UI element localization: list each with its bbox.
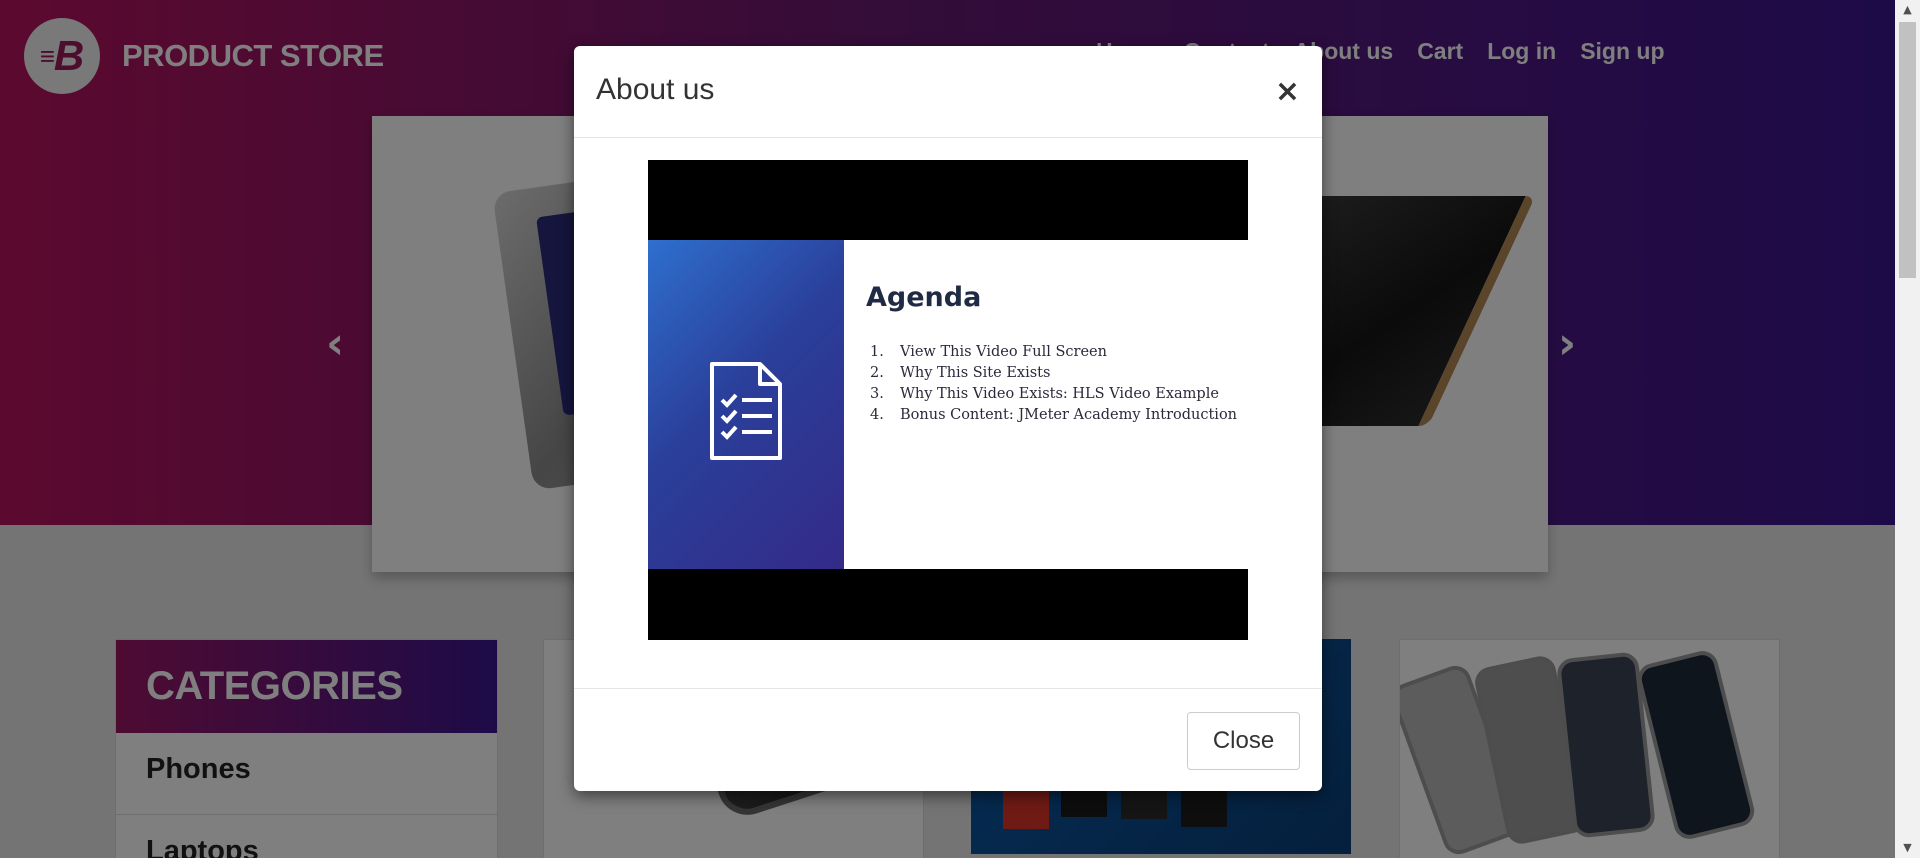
agenda-item: 3. Why This Video Exists: HLS Video Examp… (870, 386, 1219, 402)
slide-icon-panel (648, 240, 844, 569)
checklist-document-icon (710, 362, 782, 460)
scroll-up-icon[interactable]: ▲ (1895, 0, 1920, 20)
scrollbar[interactable]: ▲ ▼ (1895, 0, 1920, 858)
about-us-modal: About us × Agenda 1. View This Video Full… (574, 46, 1322, 791)
modal-footer: Close (574, 688, 1322, 791)
agenda-item: 4. Bonus Content: JMeter Academy Introduc… (870, 407, 1238, 423)
agenda-list: 1. View This Video Full Screen 2. Why This… (870, 342, 1237, 426)
close-icon[interactable]: × (1275, 74, 1300, 109)
video-player[interactable]: Agenda 1. View This Video Full Screen 2. W… (648, 160, 1248, 640)
slide-content: Agenda 1. View This Video Full Screen 2. W… (844, 240, 1248, 569)
modal-header: About us × (574, 46, 1322, 138)
scrollbar-thumb[interactable] (1899, 22, 1916, 278)
scroll-down-icon[interactable]: ▼ (1895, 838, 1920, 858)
modal-title: About us (596, 73, 715, 106)
slide-title: Agenda (866, 282, 982, 313)
close-button[interactable]: Close (1187, 712, 1300, 770)
agenda-item: 1. View This Video Full Screen (870, 344, 1107, 360)
agenda-item: 2. Why This Site Exists (870, 365, 1051, 381)
